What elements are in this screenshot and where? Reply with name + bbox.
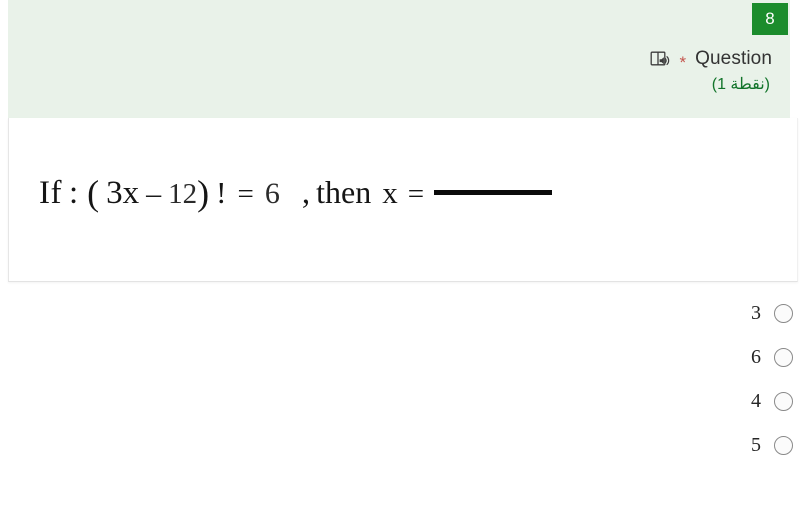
- math-then: then: [316, 174, 372, 210]
- points-text: (نقطة 1): [711, 76, 770, 93]
- answer-blank-line: [434, 190, 553, 195]
- math-equals-2: =: [407, 178, 425, 210]
- option-row-4[interactable]: 5: [0, 430, 800, 460]
- math-paren-open: (: [87, 173, 100, 213]
- option-radio-4[interactable]: [774, 435, 793, 455]
- math-result: 6: [264, 177, 280, 210]
- answer-options-list: 3 6 4 5: [0, 298, 800, 474]
- question-label: Question: [695, 48, 772, 69]
- option-label-3: 4: [751, 390, 761, 412]
- math-number: 12: [168, 178, 198, 210]
- points-badge: 8: [752, 3, 788, 35]
- math-minus: –: [146, 177, 162, 210]
- option-radio-2[interactable]: [774, 347, 793, 367]
- option-radio-3[interactable]: [774, 391, 793, 411]
- required-asterisk: *: [679, 52, 687, 72]
- option-label-1: 3: [751, 302, 761, 324]
- math-colon: :: [68, 175, 79, 211]
- option-label-4: 5: [751, 434, 761, 456]
- question-title-row: * Question: [650, 46, 772, 72]
- option-row-2[interactable]: 6: [0, 342, 800, 372]
- math-paren-close: ): [197, 173, 210, 213]
- question-header-band: 8 * Question (نقطة 1): [8, 0, 790, 118]
- math-factorial: !: [216, 175, 227, 210]
- option-row-3[interactable]: 4: [0, 386, 800, 416]
- question-card: If : ( 3x – 12 ) ! = 6 , then x =: [8, 118, 798, 282]
- math-term: 3x: [106, 175, 140, 211]
- question-meta: * Question (نقطة 1): [650, 46, 772, 94]
- math-comma: ,: [301, 175, 311, 211]
- option-radio-1[interactable]: [774, 303, 793, 323]
- math-equals-1: =: [237, 178, 254, 210]
- question-math-expression: If : ( 3x – 12 ) ! = 6 , then x =: [39, 170, 553, 213]
- math-if: If: [39, 175, 62, 211]
- math-variable: x: [382, 175, 398, 210]
- option-row-1[interactable]: 3: [0, 298, 800, 328]
- immersive-reader-icon[interactable]: [650, 50, 672, 70]
- option-label-2: 6: [751, 346, 761, 368]
